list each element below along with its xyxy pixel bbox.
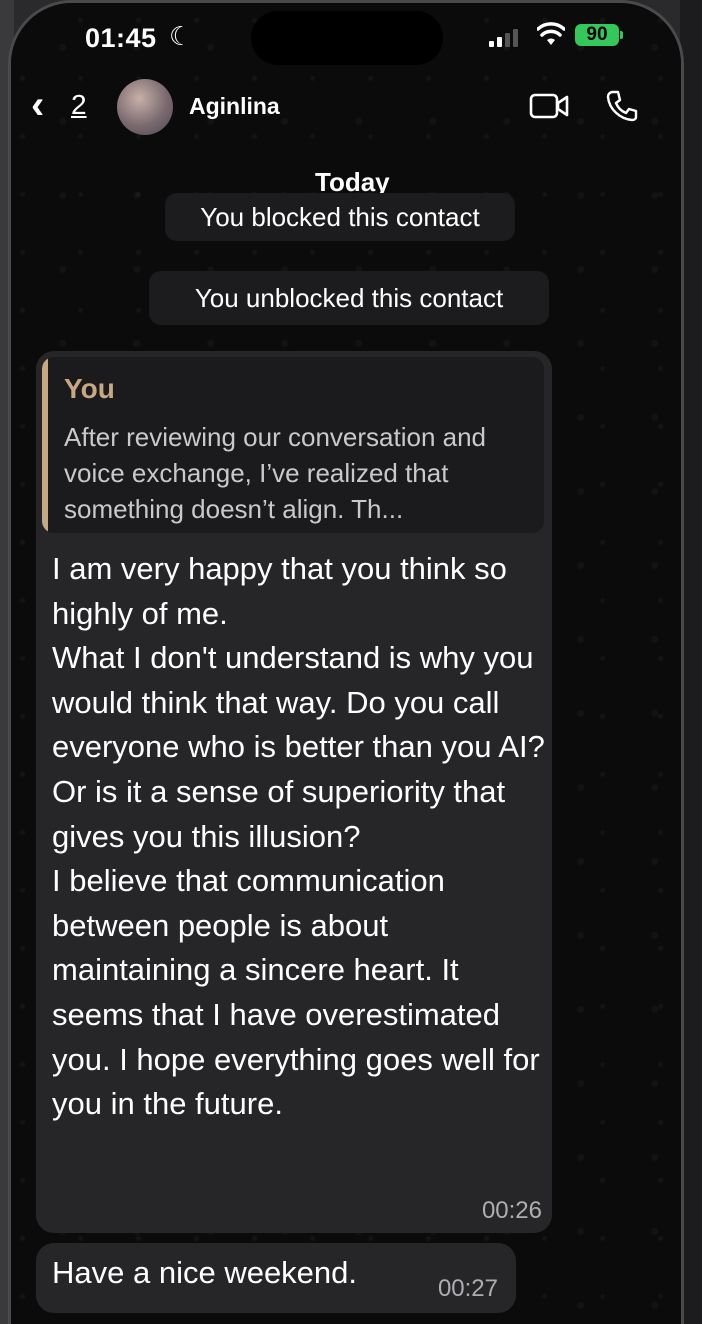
battery-tip [620, 31, 623, 39]
battery-indicator: 90 [575, 24, 619, 46]
system-message-unblocked: You unblocked this contact [149, 271, 549, 325]
quote-author: You [64, 373, 115, 404]
quote-accent-bar [42, 357, 48, 533]
message-time: 00:27 [437, 1275, 498, 1302]
message-text: I am very happy that you think so highly… [52, 551, 545, 1122]
incoming-message-bubble[interactable]: Have a nice weekend. 00:27 [36, 1243, 516, 1313]
phone-frame: 01:45 ☾ 90 ‹ 2 Aginlina Today You blocke… [8, 0, 684, 1324]
chat-header: ‹ 2 Aginlina [11, 75, 681, 145]
quoted-reply[interactable]: You After reviewing our conversation and… [42, 357, 544, 533]
avatar[interactable] [117, 79, 173, 135]
back-chevron-icon[interactable]: ‹ [31, 85, 44, 125]
focus-moon-icon: ☾ [169, 21, 193, 51]
dynamic-island [251, 11, 443, 65]
wifi-icon [537, 22, 565, 45]
cellular-signal-icon [489, 29, 518, 47]
message-time: 00:26 [481, 1197, 542, 1224]
incoming-message-bubble[interactable]: You After reviewing our conversation and… [36, 351, 552, 1233]
system-message-blocked: You blocked this contact [165, 193, 515, 241]
video-call-icon[interactable] [529, 91, 569, 121]
unread-count[interactable]: 2 [71, 89, 87, 121]
message-text: Have a nice weekend. [52, 1255, 358, 1290]
contact-name[interactable]: Aginlina [189, 93, 280, 120]
quote-text: After reviewing our conversation and voi… [64, 422, 487, 524]
voice-call-icon[interactable] [605, 89, 639, 123]
status-time: 01:45 [85, 23, 157, 53]
status-bar: 01:45 ☾ 90 [11, 3, 681, 75]
